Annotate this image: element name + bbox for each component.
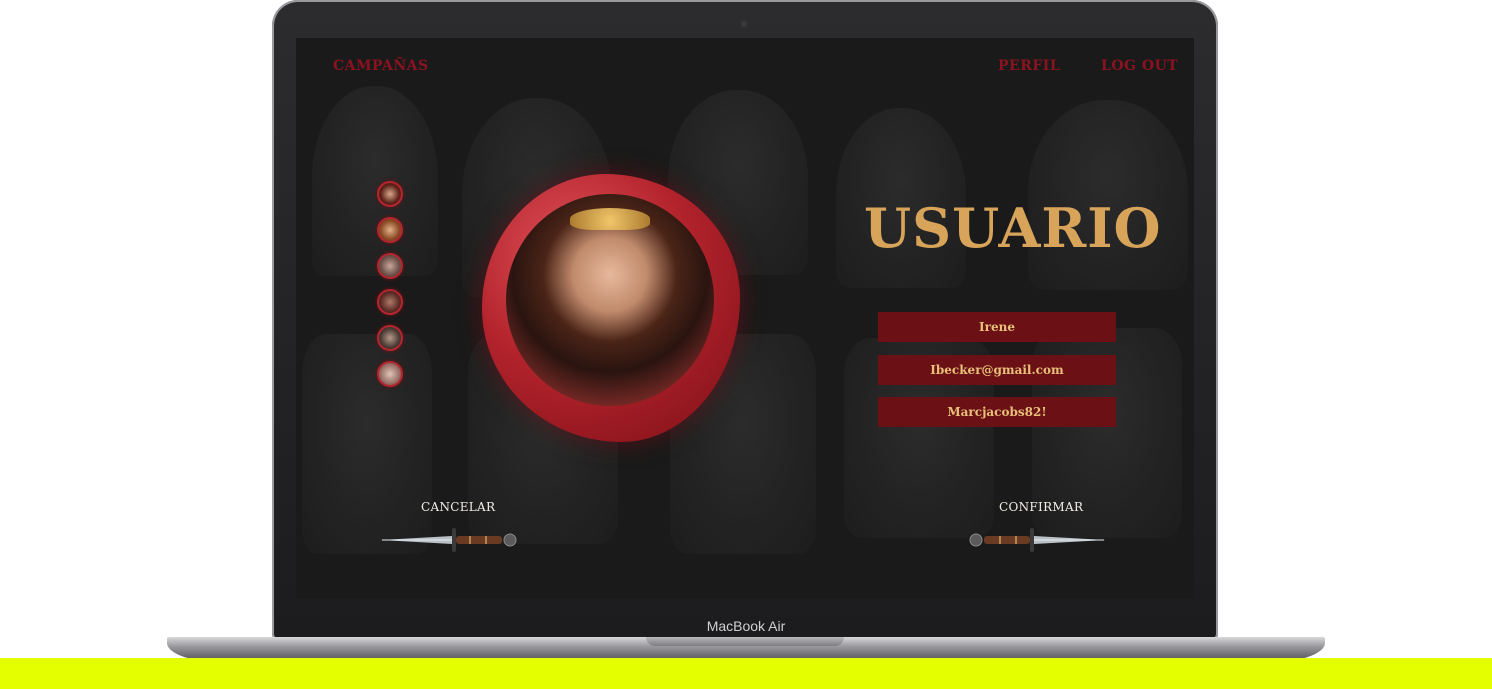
avatar-option[interactable] xyxy=(377,361,403,387)
password-field[interactable]: Marcjacobs82! xyxy=(878,397,1116,427)
page-title: USUARIO xyxy=(864,196,1162,260)
device-label: MacBook Air xyxy=(706,618,786,634)
camera-icon xyxy=(741,21,747,27)
nav-logout-link[interactable]: LOG OUT xyxy=(1101,58,1178,74)
laptop-notch xyxy=(646,637,844,646)
email-field[interactable]: Ibecker@gmail.com xyxy=(878,355,1116,385)
crown-icon xyxy=(570,208,650,230)
ground-strip xyxy=(0,658,1492,689)
confirm-sword-icon[interactable] xyxy=(962,522,1108,558)
avatar-option[interactable] xyxy=(377,325,403,351)
helmet-bg xyxy=(1028,100,1188,290)
avatar-option[interactable] xyxy=(377,253,403,279)
avatar-option[interactable] xyxy=(377,217,403,243)
nav-profile-link[interactable]: PERFIL xyxy=(998,58,1060,74)
avatar-option[interactable] xyxy=(377,181,403,207)
avatar-option[interactable] xyxy=(377,289,403,315)
nav-campaigns-link[interactable]: CAMPAÑAS xyxy=(333,58,429,74)
helmet-bg xyxy=(312,86,438,276)
cancel-label[interactable]: CANCELAR xyxy=(421,500,495,514)
helmet-bg xyxy=(302,334,432,554)
profile-portrait[interactable] xyxy=(506,194,714,406)
confirm-label[interactable]: CONFIRMAR xyxy=(999,500,1083,514)
name-field[interactable]: Irene xyxy=(878,312,1116,342)
cancel-sword-icon[interactable] xyxy=(378,522,524,558)
app-screen: CAMPAÑAS PERFIL LOG OUT USUARIO Irene Ib… xyxy=(296,38,1194,599)
